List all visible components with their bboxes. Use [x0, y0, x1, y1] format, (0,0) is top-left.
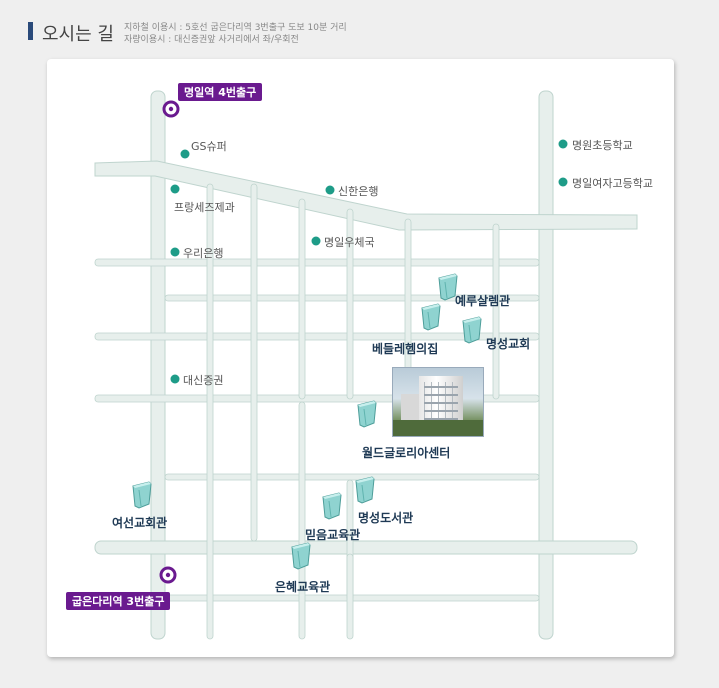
building-icon-bethlehem [421, 303, 441, 331]
building-icon-world-glory [357, 400, 377, 428]
building-label-yeoseon: 여선교회관 [112, 516, 168, 530]
building-icons [132, 273, 482, 570]
building-label-world-glory: 월드글로리아센터 [362, 446, 451, 460]
page-title: 오시는 길 [42, 24, 114, 45]
world-glory-center-photo [392, 367, 484, 437]
building-label-bethlehem: 베들레헴의집 [372, 342, 439, 356]
building-icon-grace [291, 542, 311, 570]
directions-info: 지하철 이용시 : 5호선 굽은다리역 3번출구 도보 10분 거리 자량이용시… [124, 22, 347, 46]
building-icon-yeoseon [132, 481, 152, 509]
building-label-erusalem: 예루살렘관 [455, 294, 511, 308]
building-label-faith: 믿음교육관 [305, 528, 361, 542]
subway-directions: 지하철 이용시 : 5호선 굽은다리역 3번출구 도보 10분 거리 [124, 23, 347, 33]
building-label-myeongseong-church: 명성교회 [486, 337, 531, 351]
map-card: 명일역 4번출구 굽은다리역 3번출구 GS슈퍼 신한은행 프랑세즈제과 우리은… [47, 59, 674, 657]
header-accent-bar [28, 22, 33, 40]
building-label-library: 명성도서관 [358, 511, 414, 525]
building-label-grace: 은혜교육관 [275, 580, 331, 594]
building-icon-library [355, 476, 375, 504]
car-directions: 자량이용시 : 대신증권앞 사거리에서 좌/우회전 [124, 35, 299, 45]
building-icon-myeongseong-church [462, 316, 482, 344]
building-icon-faith [322, 492, 342, 520]
